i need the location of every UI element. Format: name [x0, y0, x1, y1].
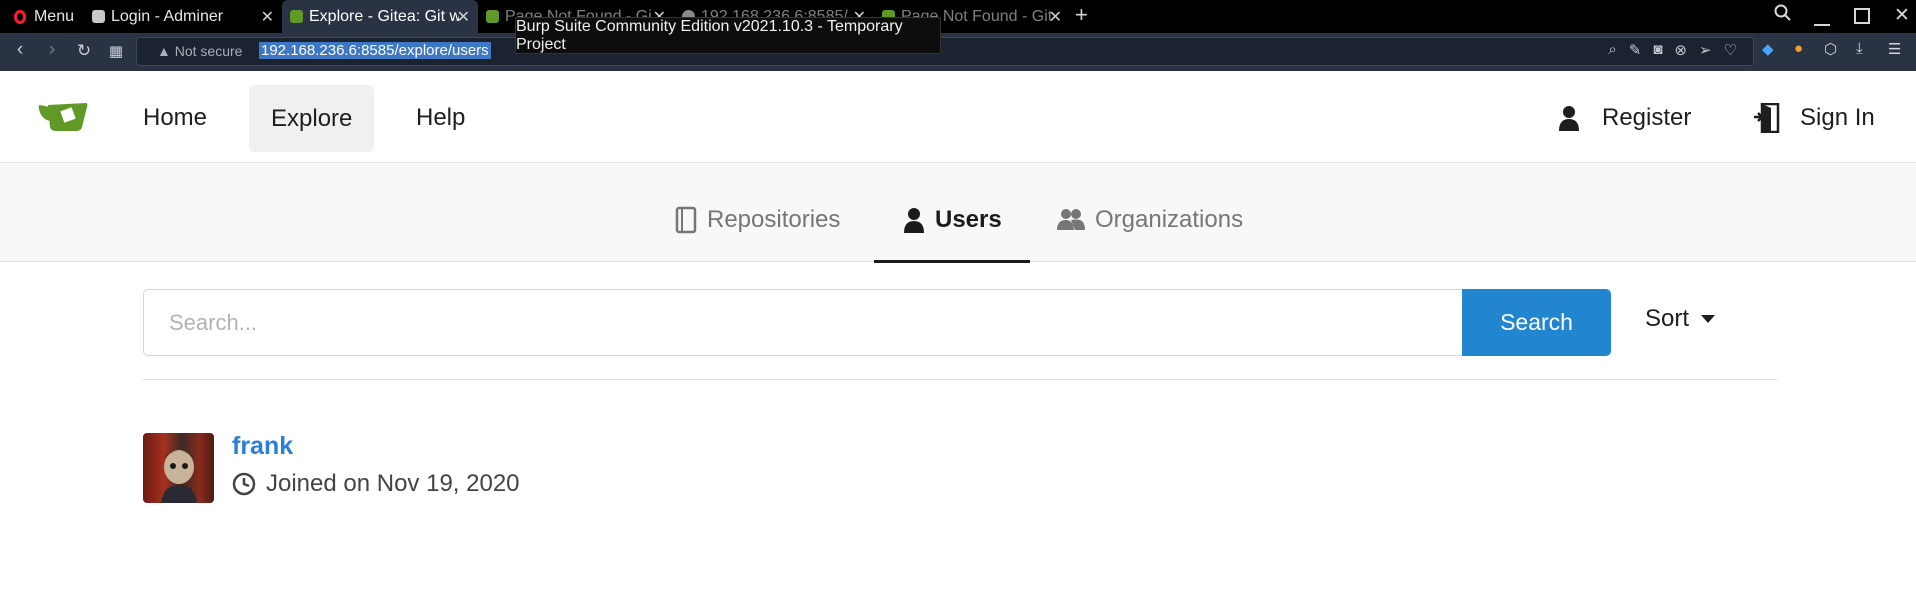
burp-tooltip: Burp Suite Community Edition v2021.10.3 … [515, 17, 941, 54]
tab-organizations-label: Organizations [1095, 206, 1244, 233]
cube-extension-icon[interactable]: ⬡ [1824, 40, 1837, 58]
tab-repositories[interactable]: Repositories [675, 200, 840, 240]
user-name-link[interactable]: frank [232, 432, 293, 461]
clock-icon [232, 472, 256, 496]
avatar[interactable] [143, 433, 214, 503]
forward-arrow-icon[interactable]: › [40, 39, 64, 61]
gitea-favicon-icon [486, 10, 499, 23]
active-tab-indicator [874, 260, 1030, 263]
site-header: Home Explore Help Register Sign In [0, 71, 1916, 163]
tab-login-adminer[interactable]: Login - Adminer ✕ [84, 0, 282, 33]
divider [143, 379, 1777, 380]
zoom-icon[interactable]: ⌕ [1608, 41, 1616, 59]
tab-title: Explore - Gitea: Git w [309, 7, 459, 25]
security-indicator[interactable]: ▲ Not secure [157, 43, 242, 59]
joined-date: Joined on Nov 19, 2020 [232, 470, 520, 498]
nav-home[interactable]: Home [143, 98, 207, 138]
cookie-extension-icon[interactable]: ● [1794, 40, 1803, 57]
block-icon[interactable]: ⊗ [1674, 41, 1687, 59]
close-window-icon[interactable]: ✕ [1894, 4, 1910, 27]
minimize-window-icon[interactable] [1814, 12, 1830, 34]
organization-icon [1057, 209, 1085, 230]
register-link[interactable]: Register [1558, 98, 1691, 138]
opera-logo-icon [14, 9, 26, 24]
register-label: Register [1602, 104, 1692, 131]
signin-link[interactable]: Sign In [1754, 98, 1875, 138]
tab-close-icon[interactable]: ✕ [1049, 7, 1062, 27]
tab-organizations[interactable]: Organizations [1057, 200, 1243, 240]
reload-icon[interactable]: ↻ [72, 41, 96, 61]
search-button[interactable]: Search [1462, 289, 1611, 356]
browser-tab-bar: Menu Login - Adminer ✕ Explore - Gitea: … [0, 0, 1916, 33]
explore-tabs: Repositories Users Organizations [0, 164, 1916, 263]
sign-in-icon [1754, 103, 1780, 133]
sort-dropdown[interactable]: Sort [1645, 305, 1716, 333]
send-icon[interactable]: ➢ [1699, 41, 1712, 59]
edit-icon[interactable]: ✎ [1629, 41, 1642, 59]
nav-explore[interactable]: Explore [249, 85, 375, 152]
heart-icon[interactable]: ♡ [1724, 41, 1737, 59]
tab-title: Login - Adminer [111, 7, 224, 25]
user-icon [1559, 106, 1579, 131]
url-field[interactable]: ▲ Not secure 192.168.236.6:8585/explore/… [136, 37, 1754, 66]
speed-dial-grid-icon[interactable]: ▦ [104, 42, 128, 60]
joined-date-text: Joined on Nov 19, 2020 [266, 470, 520, 497]
tab-users[interactable]: Users [903, 200, 1002, 240]
search-tabs-icon[interactable] [1774, 4, 1792, 28]
gitea-favicon-icon [290, 10, 303, 23]
browser-address-bar: ‹ › ↻ ▦ ▲ Not secure 192.168.236.6:8585/… [0, 33, 1916, 71]
camera-icon[interactable]: ◙ [1653, 41, 1662, 59]
adminer-favicon-icon [92, 10, 105, 23]
tab-close-icon[interactable]: ✕ [261, 7, 274, 27]
tab-users-label: Users [935, 206, 1002, 233]
security-label: Not secure [174, 43, 243, 59]
easy-setup-icon[interactable]: ☰ [1888, 40, 1901, 58]
maximize-window-icon[interactable] [1854, 8, 1870, 30]
tab-close-icon[interactable]: ✕ [457, 7, 470, 27]
tab-explore-gitea[interactable]: Explore - Gitea: Git w ✕ [282, 0, 478, 33]
sort-label: Sort [1645, 305, 1690, 332]
new-tab-plus-icon[interactable]: + [1075, 2, 1088, 28]
url-text[interactable]: 192.168.236.6:8585/explore/users [259, 42, 491, 59]
warning-triangle-icon: ▲ [157, 43, 171, 59]
signin-label: Sign In [1800, 104, 1875, 131]
nav-help[interactable]: Help [416, 98, 465, 138]
user-icon [904, 208, 924, 233]
book-icon [675, 206, 697, 234]
caret-down-icon [1701, 315, 1716, 323]
extension-shield-icon[interactable]: ◆ [1762, 40, 1774, 58]
back-arrow-icon[interactable]: ‹ [8, 39, 32, 61]
search-input[interactable] [143, 289, 1463, 356]
avatar-image [161, 450, 197, 503]
browser-menu-label: Menu [33, 7, 74, 25]
browser-menu-button[interactable]: Menu [6, 0, 82, 33]
download-icon[interactable]: ⤓ [1856, 40, 1863, 57]
tab-repositories-label: Repositories [707, 206, 841, 233]
url-actions: ⌕ ✎ ◙ ⊗ ➢ ♡ [1608, 41, 1737, 59]
gitea-logo-icon[interactable] [38, 99, 90, 133]
